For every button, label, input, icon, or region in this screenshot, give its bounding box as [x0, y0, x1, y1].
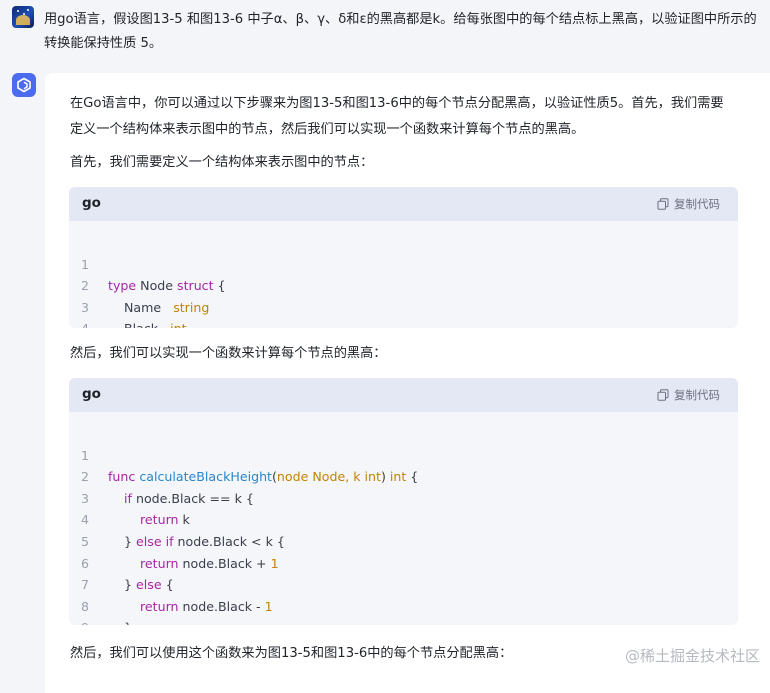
line-number: 4 — [69, 318, 89, 328]
code-text: } — [108, 617, 132, 625]
code-line: 5 return node.Black + 1 — [69, 509, 738, 571]
code-line: 1 func calculateBlackHeight(node Node, k… — [69, 423, 738, 485]
answer-step2: 然后，我们可以实现一个函数来计算每个节点的黑高： — [70, 346, 387, 361]
code-line: 2 if node.Black == k { — [69, 445, 738, 506]
code-block-struct: go 复制代码 1 type Node struct { 2 Name stri… — [69, 187, 738, 328]
code-language: go — [82, 386, 101, 402]
user-message-line: 转换能保持性质 5。 — [44, 36, 163, 51]
bot-cube-icon — [17, 77, 31, 93]
user-message-text: 用go语言，假设图13-5 和图13-6 中子α、β、γ、δ和ε的黑高都是k。给… — [44, 8, 759, 56]
code-block-function: go 复制代码 1 func calculateBlackHeight(node… — [69, 378, 738, 625]
code-body: 1 func calculateBlackHeight(node Node, k… — [69, 412, 738, 625]
user-message: 用go语言，假设图13-5 和图13-6 中子α、β、γ、δ和ε的黑高都是k。给… — [0, 0, 770, 68]
user-message-line: 用go语言，假设图13-5 和图13-6 中子α、β、γ、δ和ε的黑高都是k。给… — [44, 12, 757, 27]
code-line: 7 return node.Black - 1 — [69, 553, 738, 614]
copy-icon — [657, 198, 669, 210]
watermark: @稀土掘金技术社区 — [624, 647, 760, 665]
answer-intro: 在Go语言中，你可以通过以下步骤来为图13-5和图13-6中的每个节点分配黑高，… — [70, 91, 750, 143]
code-language: go — [82, 195, 101, 211]
copy-code-button[interactable]: 复制代码 — [657, 387, 720, 403]
code-line: 8 } — [69, 574, 738, 625]
code-line: 6 } else { — [69, 531, 738, 593]
copy-icon — [657, 389, 669, 401]
code-line: 3 return k — [69, 466, 738, 528]
code-line: 9 } — [69, 596, 738, 625]
answer-intro-line: 在Go语言中，你可以通过以下步骤来为图13-5和图13-6中的每个节点分配黑高，… — [70, 96, 724, 111]
code-body: 1 type Node struct { 2 Name string 3 Bla… — [69, 221, 738, 328]
code-line: 4 } else if node.Black < k { — [69, 488, 738, 549]
code-line: 2 Name string — [69, 254, 738, 315]
code-header: go 复制代码 — [69, 378, 738, 412]
answer-intro-line: 定义一个结构体来表示图中的节点，然后我们可以实现一个函数来计算每个节点的黑高。 — [70, 122, 585, 137]
user-avatar — [12, 6, 34, 28]
code-line: 4 } — [69, 297, 738, 328]
bot-avatar — [12, 73, 36, 97]
code-text: Black int — [108, 318, 187, 328]
line-number: 9 — [69, 617, 89, 625]
code-header: go 复制代码 — [69, 187, 738, 221]
code-line: 1 type Node struct { — [69, 232, 738, 294]
copy-code-button[interactable]: 复制代码 — [657, 196, 720, 212]
answer-step1: 首先，我们需要定义一个结构体来表示图中的节点： — [70, 155, 374, 170]
copy-code-label: 复制代码 — [674, 388, 720, 402]
copy-code-label: 复制代码 — [674, 197, 720, 211]
code-line: 3 Black int — [69, 275, 738, 328]
